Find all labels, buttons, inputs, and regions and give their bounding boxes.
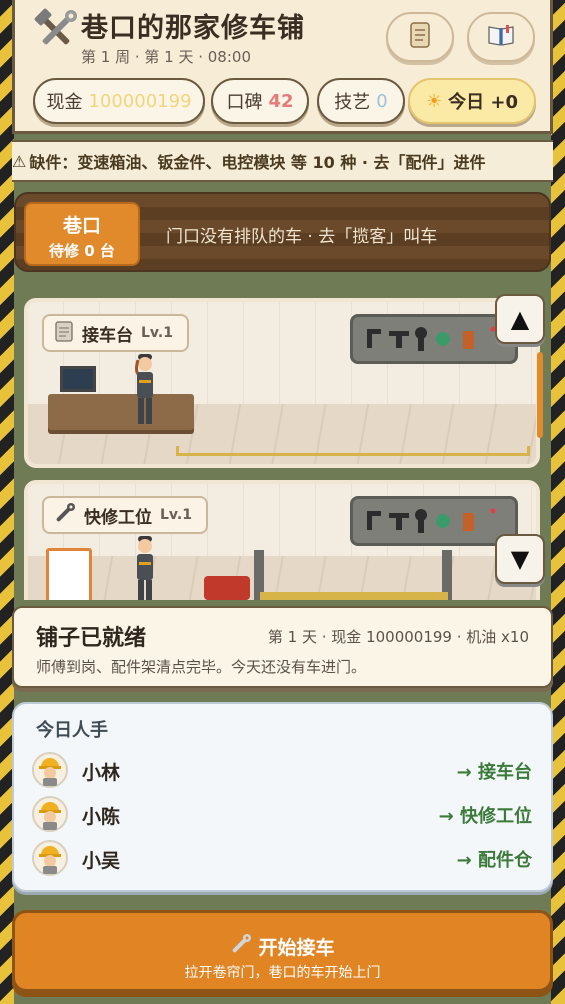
scrollbar[interactable]	[537, 352, 543, 438]
lift-marker	[176, 446, 530, 456]
reputation-label: 口碑	[226, 92, 263, 113]
garage-scene: 接车台 Lv.1 快修工位 Lv.1 ▲ ▼	[14, 280, 551, 600]
scroll-up-button[interactable]: ▲	[495, 294, 545, 344]
room-name: 接车台	[82, 325, 133, 346]
wrench-icon	[54, 502, 76, 529]
worker-icon	[32, 796, 68, 832]
worker-figure	[132, 536, 158, 600]
room-level: Lv.1	[160, 507, 192, 523]
lane-badge[interactable]: 巷口 待修 0 台	[24, 202, 140, 266]
toolbox	[204, 576, 250, 600]
staff-card: 今日人手 小林 → 接车台 小陈 → 快修工位 小吴 → 配件仓	[12, 702, 553, 892]
room-reception[interactable]: 接车台 Lv.1	[24, 298, 540, 468]
lane-message: 门口没有排队的车 · 去「揽客」叫车	[166, 227, 438, 247]
staff-name: 小林	[82, 762, 121, 784]
staff-row[interactable]: 小陈 → 快修工位	[32, 794, 532, 834]
staff-assignment: → 配件仓	[456, 850, 532, 871]
missing-parts-text: 缺件：变速箱油、钣金件、电控模块 等 10 种 · 去「配件」进件	[29, 153, 486, 172]
cash-stat: 现金 100000199	[33, 78, 205, 124]
date-time-subtitle: 第 1 周 · 第 1 天 · 08:00	[81, 48, 251, 66]
arrow-down-icon: ▼	[510, 545, 530, 573]
book-icon	[486, 20, 516, 54]
missing-parts-banner[interactable]: ⚠ 缺件：变速箱油、钣金件、电控模块 等 10 种 · 去「配件」进件	[12, 140, 553, 182]
worker-icon	[32, 752, 68, 788]
tool-board	[350, 496, 518, 546]
status-message: 师傅到岗、配件架清点完毕。今天还没有车进门。	[36, 658, 367, 676]
scroll-icon	[405, 20, 435, 54]
cash-value: 100000199	[88, 90, 192, 112]
page-title: 巷口的那家修车铺	[81, 13, 305, 44]
book-button[interactable]	[467, 12, 535, 62]
reception-desk	[48, 394, 194, 430]
room-level: Lv.1	[141, 325, 173, 341]
worker-figure	[132, 354, 158, 428]
staff-name: 小陈	[82, 806, 121, 828]
staff-row[interactable]: 小吴 → 配件仓	[32, 838, 532, 878]
tool-board	[350, 314, 518, 364]
room-quick-repair[interactable]: 快修工位 Lv.1	[24, 480, 540, 600]
status-title: 铺子已就绪	[36, 626, 147, 651]
hazard-stripe-right	[551, 0, 565, 1004]
reputation-value: 42	[268, 90, 294, 112]
lane-name: 巷口	[62, 215, 101, 237]
start-reception-button[interactable]: 开始接车 拉开卷帘门，巷口的车开始上门	[12, 910, 553, 992]
skill-value: 0	[376, 90, 388, 112]
sun-icon: ☀	[425, 90, 443, 112]
lift-platform	[260, 592, 448, 600]
start-label: 开始接车	[258, 937, 335, 959]
staff-name: 小吴	[82, 850, 121, 872]
status-card: 铺子已就绪 第 1 天 · 现金 100000199 · 机油 x10 师傅到岗…	[12, 606, 553, 688]
start-sublabel: 拉开卷帘门，巷口的车开始上门	[184, 965, 381, 981]
skill-label: 技艺	[334, 92, 371, 113]
wrench-icon	[230, 933, 252, 960]
reputation-stat: 口碑 42	[211, 78, 309, 124]
worker-icon	[32, 840, 68, 876]
staff-row[interactable]: 小林 → 接车台	[32, 750, 532, 790]
room-name: 快修工位	[84, 507, 152, 528]
scroll-down-button[interactable]: ▼	[495, 534, 545, 584]
room-tag-reception: 接车台 Lv.1	[42, 314, 189, 352]
arrow-up-icon: ▲	[510, 305, 530, 333]
clipboard-icon	[54, 320, 74, 347]
skill-stat: 技艺 0	[317, 78, 405, 124]
warning-icon: ⚠	[12, 151, 27, 171]
staff-assignment: → 接车台	[456, 762, 532, 783]
street-lane: 巷口 待修 0 台 门口没有排队的车 · 去「揽客」叫车	[14, 192, 551, 272]
lane-waiting-count: 待修 0 台	[49, 242, 115, 260]
staff-assignment: → 快修工位	[438, 806, 532, 827]
work-order-board	[46, 548, 92, 600]
header-panel: 巷口的那家修车铺 第 1 周 · 第 1 天 · 08:00 现金 100000…	[12, 0, 553, 134]
room-tag-quick-repair: 快修工位 Lv.1	[42, 496, 208, 534]
status-meta: 第 1 天 · 现金 100000199 · 机油 x10	[267, 628, 529, 646]
cash-label: 现金	[46, 92, 83, 113]
scroll-button[interactable]	[386, 12, 454, 62]
staff-heading: 今日人手	[36, 720, 108, 741]
computer-monitor	[60, 366, 96, 392]
today-income-button[interactable]: ☀ 今日 +0	[408, 78, 536, 124]
wrench-hammer-icon	[33, 8, 79, 54]
today-label: 今日 +0	[448, 92, 518, 113]
